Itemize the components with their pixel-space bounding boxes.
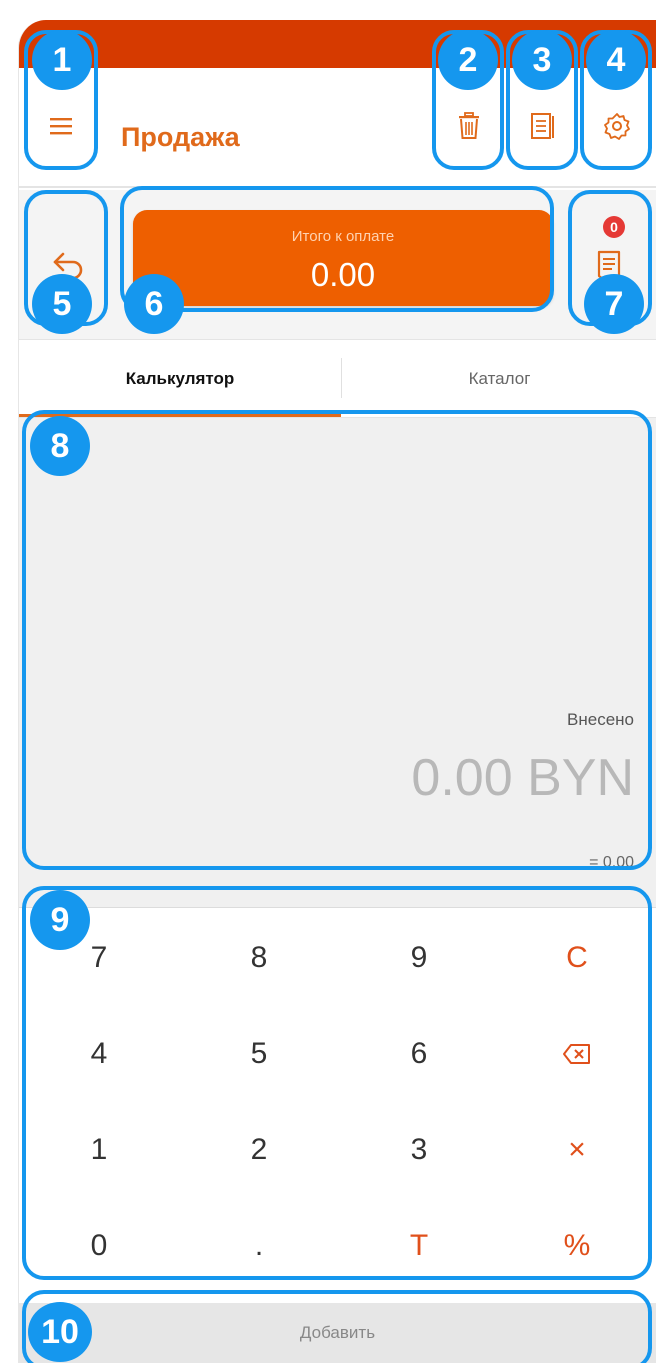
callout-5: 5 [32,274,92,334]
callout-9: 9 [30,890,90,950]
callout-frame-display [22,410,652,870]
callout-frame-add [22,1290,652,1363]
callout-frame-keypad [22,886,652,1280]
callout-3: 3 [512,30,572,90]
callout-6: 6 [124,274,184,334]
callout-4: 4 [586,30,646,90]
callout-7: 7 [584,274,644,334]
mode-tabs: Калькулятор Каталог [19,340,656,418]
page-title: Продажа [121,122,240,152]
callout-10: 10 [28,1302,92,1362]
tab-catalog[interactable]: Каталог [342,340,656,418]
callout-2: 2 [438,30,498,90]
callout-8: 8 [30,416,90,476]
tab-calculator[interactable]: Калькулятор [19,340,341,418]
callout-frame-total [120,186,554,312]
callout-1: 1 [32,30,92,90]
